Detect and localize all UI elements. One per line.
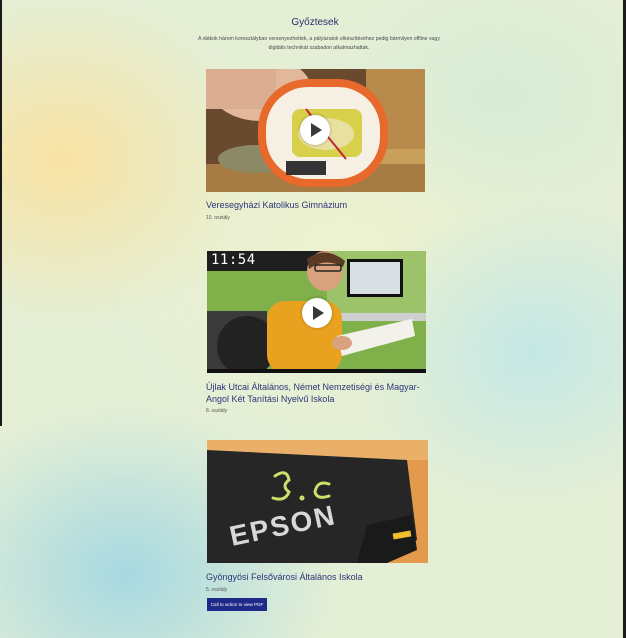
card-grade: 10. osztály bbox=[206, 215, 230, 221]
intro-text: A diákok három korosztályban versenyezhe… bbox=[198, 36, 440, 51]
play-icon[interactable] bbox=[302, 298, 332, 328]
page-title: Győztesek bbox=[291, 17, 339, 28]
card-title[interactable]: Gyöngyösi Felsővárosi Általános Iskola bbox=[206, 571, 428, 583]
window-edge-left bbox=[0, 0, 2, 426]
card-grade: 8. osztály bbox=[206, 408, 228, 414]
play-icon[interactable] bbox=[300, 115, 330, 145]
card-title[interactable]: Veresegyházi Katolikus Gimnázium bbox=[206, 199, 428, 211]
video-timestamp: 11:54 bbox=[211, 252, 256, 268]
video-thumbnail-1[interactable] bbox=[206, 69, 425, 192]
video-thumbnail-2[interactable]: 11:54 bbox=[207, 251, 426, 373]
card-title[interactable]: Újlak Utcai Általános, Német Nemzetiségi… bbox=[206, 381, 428, 405]
view-pdf-button[interactable]: Call to action to view PDF bbox=[207, 598, 267, 611]
project-image-3: EPSON bbox=[207, 440, 428, 563]
card-grade: 5. osztály bbox=[206, 587, 228, 593]
